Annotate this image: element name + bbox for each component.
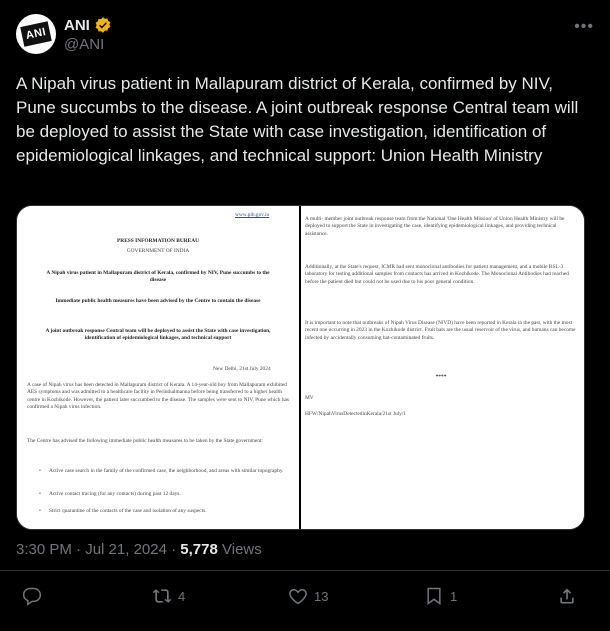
more-options-icon[interactable]: ••• (574, 18, 594, 36)
tweet-date[interactable]: Jul 21, 2024 (85, 541, 167, 558)
reply-button[interactable] (22, 586, 48, 606)
document-paragraph-1: A case of Nipah virus has been detected … (27, 382, 289, 411)
bookmark-button[interactable]: 1 (424, 586, 457, 606)
document-url: www.pib.gov.in (235, 212, 270, 218)
repost-count: 4 (178, 588, 186, 604)
views-label: Views (222, 541, 262, 558)
action-bar: 4 13 1 (0, 586, 610, 614)
document-bullet-2: Active contact tracing (for any contacts… (49, 491, 181, 497)
like-button[interactable]: 13 (288, 586, 328, 606)
meta-separator: · (76, 541, 82, 558)
document-right-paragraph-1: A multi- member joint outbreak response … (305, 216, 565, 237)
repost-icon (152, 589, 172, 603)
avatar[interactable]: ANI (16, 14, 56, 54)
document-bureau: PRESS INFORMATION BUREAU (117, 238, 199, 244)
document-right-paragraph-3: It is important to note that outbreaks o… (305, 320, 576, 341)
document-dateline: New Delhi, 21st July 2024 (213, 366, 271, 372)
share-icon (560, 588, 574, 604)
divider (0, 570, 610, 571)
tweet-time[interactable]: 3:30 PM (16, 541, 72, 558)
document-page-right: A multi- member joint outbreak response … (301, 206, 584, 529)
document-reference: HFW/NipahVirusDetectedinKerala/21st July… (305, 411, 407, 417)
verified-badge-icon[interactable] (94, 16, 112, 34)
document-headline-2: Immediate public health measures have be… (55, 298, 261, 304)
document-initials: MV (305, 395, 314, 401)
document-bullet-1: Active case search in the family of the … (49, 468, 284, 474)
document-page-left: www.pib.gov.in PRESS INFORMATION BUREAU … (17, 206, 299, 529)
document-headline-1: A Nipah virus patient in Mallapuram dist… (46, 270, 270, 284)
ani-logo: ANI (20, 21, 52, 47)
document-bullet-3: Strict quarantine of the contacts of the… (49, 508, 207, 514)
tweet-text: A Nipah virus patient in Mallapuram dist… (16, 74, 579, 165)
share-button[interactable] (557, 586, 577, 606)
document-government: GOVERNMENT OF INDIA (126, 248, 190, 254)
author-block: ANI @ANI (64, 16, 112, 53)
heart-icon (289, 588, 307, 605)
tweet-media[interactable]: www.pib.gov.in PRESS INFORMATION BUREAU … (16, 205, 585, 530)
tweet-metadata: 3:30 PM · Jul 21, 2024 · 5,778 Views (16, 541, 262, 558)
document-stars: **** (435, 374, 447, 380)
document-paragraph-2: The Centre has advised the following imm… (27, 438, 263, 444)
display-name[interactable]: ANI (64, 17, 90, 34)
repost-button[interactable]: 4 (152, 586, 185, 606)
bookmark-count: 1 (450, 588, 458, 604)
reply-icon (22, 587, 42, 606)
bookmark-icon (427, 587, 441, 605)
like-count: 13 (314, 588, 329, 604)
views-count[interactable]: 5,778 (180, 541, 218, 558)
handle[interactable]: @ANI (64, 36, 112, 53)
document-right-paragraph-2: Additionally, at the State's request, IC… (305, 264, 569, 285)
document-headline-3: A joint outbreak response Central team w… (45, 328, 271, 342)
tweet-header: ANI ANI @ANI ••• (16, 14, 594, 62)
meta-separator: · (171, 541, 177, 558)
